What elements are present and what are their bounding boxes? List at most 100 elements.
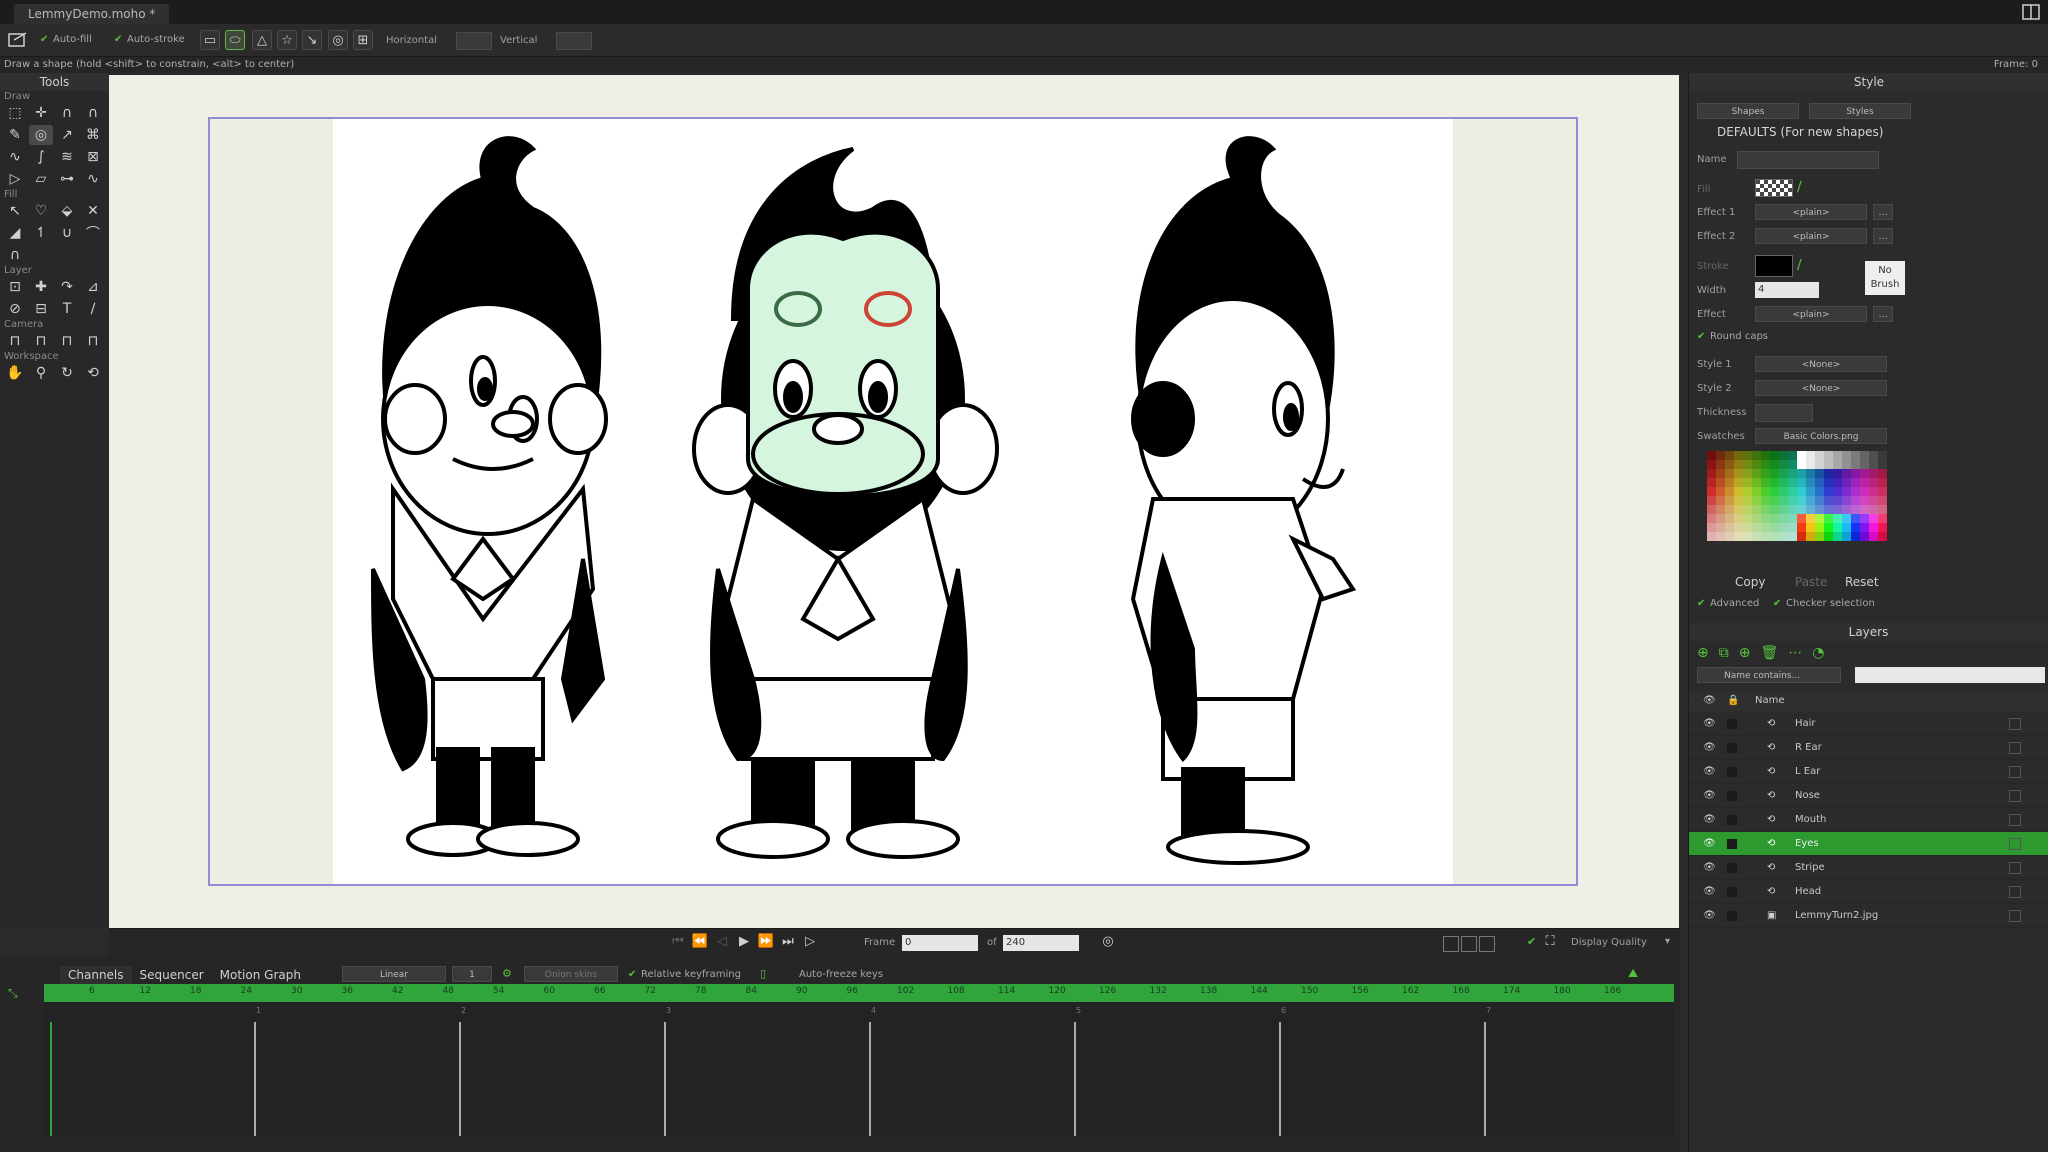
color-swatch[interactable] <box>1707 532 1716 541</box>
color-swatch[interactable] <box>1824 523 1833 532</box>
color-swatch[interactable] <box>1716 451 1725 460</box>
pan-tilt-camera-icon[interactable]: ⊓ <box>81 331 105 351</box>
lock-toggle[interactable] <box>1727 742 1737 753</box>
warp-icon[interactable]: ⊠ <box>81 147 105 167</box>
color-swatch[interactable] <box>1779 523 1788 532</box>
color-swatch[interactable] <box>1752 487 1761 496</box>
color-swatch[interactable] <box>1797 523 1806 532</box>
color-swatch[interactable] <box>1860 532 1869 541</box>
color-swatch[interactable] <box>1734 505 1743 514</box>
color-swatch[interactable] <box>1734 532 1743 541</box>
color-swatch[interactable] <box>1707 487 1716 496</box>
timeline-key-icon[interactable]: ⤡ <box>8 986 18 1001</box>
color-swatch[interactable] <box>1743 514 1752 523</box>
color-swatch[interactable] <box>1878 505 1887 514</box>
visibility-eye-icon[interactable]: 👁 <box>1703 838 1716 849</box>
auto-freeze-icon[interactable]: ▯ <box>760 967 766 980</box>
arrow-shape-button[interactable]: ↘ <box>302 30 322 50</box>
layer-row[interactable]: 👁 ⟲ Head <box>1689 880 2048 904</box>
effect1-dropdown[interactable]: <plain> <box>1755 204 1867 220</box>
color-swatch[interactable] <box>1752 496 1761 505</box>
shapes-dropdown[interactable]: Shapes <box>1697 103 1799 119</box>
color-swatch[interactable] <box>1851 469 1860 478</box>
color-swatch[interactable] <box>1716 460 1725 469</box>
lock-toggle[interactable] <box>1727 790 1737 801</box>
color-swatch[interactable] <box>1878 532 1887 541</box>
color-swatch[interactable] <box>1815 514 1824 523</box>
style2-dropdown[interactable]: <None> <box>1755 380 1887 396</box>
layer-row[interactable]: 👁 ⟲ Hair <box>1689 712 2048 736</box>
color-swatch[interactable] <box>1833 451 1842 460</box>
color-swatch[interactable] <box>1770 496 1779 505</box>
color-swatch[interactable] <box>1752 505 1761 514</box>
color-swatch[interactable] <box>1851 505 1860 514</box>
rotate-layer-icon[interactable]: ↷ <box>55 277 79 297</box>
delete-edge-icon[interactable]: ▷ <box>3 169 27 189</box>
color-swatch[interactable] <box>1743 505 1752 514</box>
color-swatch[interactable] <box>1707 460 1716 469</box>
color-swatch[interactable] <box>1860 496 1869 505</box>
timeline-ruler[interactable]: 6 12 18 24 30 36 42 48 54 60 66 72 78 84 90 96 102 108 114… <box>44 984 1674 1002</box>
color-swatch[interactable] <box>1725 451 1734 460</box>
color-swatch[interactable] <box>1788 451 1797 460</box>
zoom-camera-icon[interactable]: ⊓ <box>29 331 53 351</box>
duplicate-layer-icon[interactable]: ⊕ <box>1739 645 1751 661</box>
color-swatch[interactable] <box>1824 451 1833 460</box>
no-brush-button[interactable]: No Brush <box>1865 261 1905 295</box>
orbit-icon[interactable]: ⟲ <box>81 363 105 383</box>
color-swatch[interactable] <box>1761 478 1770 487</box>
lock-toggle[interactable] <box>1727 814 1737 825</box>
color-swatch[interactable] <box>1797 532 1806 541</box>
previous-keyframe-icon[interactable]: ◁ <box>711 934 733 949</box>
color-swatch[interactable] <box>1761 451 1770 460</box>
stroke-color-swatch[interactable] <box>1755 255 1793 277</box>
color-swatch[interactable] <box>1752 514 1761 523</box>
copy-layer-icon[interactable]: ⧉ <box>1719 645 1729 661</box>
color-swatch[interactable] <box>1707 514 1716 523</box>
tab-channels[interactable]: Channels <box>60 966 132 984</box>
layer-color-chip[interactable] <box>2009 741 2021 754</box>
color-swatch[interactable] <box>1752 460 1761 469</box>
fill-color-swatch[interactable] <box>1755 179 1793 197</box>
color-swatch[interactable] <box>1842 505 1851 514</box>
step-back-icon[interactable]: ⏪ <box>689 934 711 949</box>
color-swatch[interactable] <box>1824 460 1833 469</box>
color-swatch[interactable] <box>1725 487 1734 496</box>
stroke-eyedropper-icon[interactable]: ∕ <box>1797 257 1802 273</box>
color-swatch[interactable] <box>1869 460 1878 469</box>
color-swatch[interactable] <box>1797 469 1806 478</box>
tool-options-icon[interactable] <box>8 31 28 49</box>
color-swatch[interactable] <box>1815 460 1824 469</box>
effect2-dropdown[interactable]: <plain> <box>1755 228 1867 244</box>
color-swatch[interactable] <box>1797 478 1806 487</box>
color-swatch[interactable] <box>1725 523 1734 532</box>
color-swatch-palette[interactable] <box>1707 451 1887 541</box>
layer-row[interactable]: 👁 ⟲ Mouth <box>1689 808 2048 832</box>
tab-sequencer[interactable]: Sequencer <box>132 966 212 984</box>
timeline-tracks[interactable]: 1 2 3 4 5 6 7 <box>44 1002 1674 1136</box>
transform-layer-icon[interactable]: ⊡ <box>3 277 27 297</box>
color-swatch[interactable] <box>1716 487 1725 496</box>
color-swatch[interactable] <box>1869 451 1878 460</box>
color-swatch[interactable] <box>1833 532 1842 541</box>
stroke-exposure-icon[interactable]: ∪ <box>55 223 79 243</box>
color-swatch[interactable] <box>1707 451 1716 460</box>
quad-view-icon[interactable] <box>1479 936 1495 952</box>
noise-icon[interactable]: ⊶ <box>55 169 79 189</box>
lock-toggle[interactable] <box>1727 718 1737 729</box>
new-layer-icon[interactable]: ⊕ <box>1697 645 1709 661</box>
color-swatch[interactable] <box>1833 514 1842 523</box>
color-swatch[interactable] <box>1878 514 1887 523</box>
layer-row[interactable]: 👁 ▣ LemmyTurn2.jpg <box>1689 904 2048 928</box>
step-forward-icon[interactable]: ⏩ <box>755 934 777 949</box>
color-swatch[interactable] <box>1779 478 1788 487</box>
color-swatch[interactable] <box>1761 487 1770 496</box>
color-swatch[interactable] <box>1869 532 1878 541</box>
color-swatch[interactable] <box>1815 487 1824 496</box>
color-swatch[interactable] <box>1869 505 1878 514</box>
color-swatch[interactable] <box>1851 496 1860 505</box>
color-swatch[interactable] <box>1725 505 1734 514</box>
color-swatch[interactable] <box>1743 451 1752 460</box>
color-swatch[interactable] <box>1779 496 1788 505</box>
display-quality-dropdown-icon[interactable]: ▾ <box>1665 936 1670 947</box>
